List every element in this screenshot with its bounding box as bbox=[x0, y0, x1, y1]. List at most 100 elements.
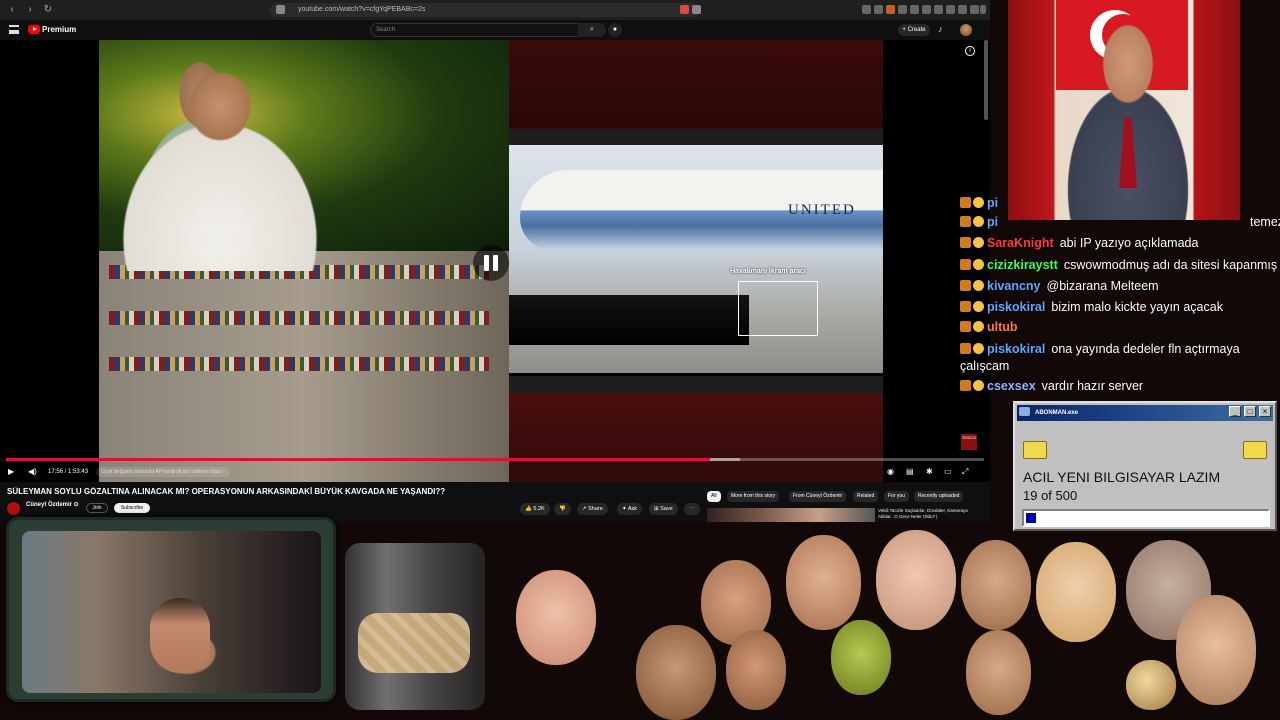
extension-icon[interactable] bbox=[970, 5, 979, 14]
more-actions-button[interactable]: ⋯ bbox=[684, 503, 700, 515]
chat-username[interactable]: piskokiral bbox=[987, 342, 1045, 356]
play-icon[interactable]: ▶ bbox=[8, 467, 14, 477]
hamburger-menu-icon[interactable] bbox=[9, 25, 19, 34]
reload-icon[interactable]: ↻ bbox=[42, 4, 54, 16]
extension-icon[interactable] bbox=[910, 5, 919, 14]
extension-icon[interactable] bbox=[862, 5, 871, 14]
chat-text: temez bbox=[1250, 215, 1280, 229]
chat-username[interactable]: cizizkiraystt bbox=[987, 258, 1058, 272]
subscriber-badge-icon bbox=[960, 259, 971, 270]
recommended-title[interactable]: Vekili Tacizle Suçladılar, Dövdüler, Kam… bbox=[878, 508, 978, 520]
collage-face bbox=[961, 540, 1031, 630]
chat-text: vardır hazır server bbox=[1041, 379, 1144, 393]
progress-bar[interactable] bbox=[6, 458, 984, 461]
coin-badge-icon bbox=[973, 321, 984, 332]
extension-icon[interactable] bbox=[946, 5, 955, 14]
browser-toolbar: ‹ › ↻ youtube.com/watch?v=cfgYqPEBABc=2s bbox=[0, 0, 990, 20]
chat-text: cswowmodmuş adı da sitesi kapanmış bbox=[1063, 258, 1278, 272]
chat-username[interactable]: csexsex bbox=[987, 379, 1036, 393]
maximize-icon[interactable]: □ bbox=[1244, 406, 1256, 417]
dislike-button[interactable]: 👎 bbox=[554, 503, 571, 515]
youtube-brand[interactable]: Premium bbox=[42, 25, 76, 34]
collage-face bbox=[831, 620, 891, 695]
channel-avatar[interactable] bbox=[7, 502, 20, 515]
channel-watermark: SÖZCÜ bbox=[961, 434, 977, 450]
collage-ball bbox=[1126, 660, 1176, 710]
chat-message: csexsex vardır hazır server bbox=[960, 379, 1280, 393]
share-button[interactable]: ↗ Share bbox=[577, 503, 608, 515]
chat-username[interactable]: pi bbox=[987, 196, 998, 210]
save-label: Save bbox=[660, 506, 673, 512]
microphone-icon[interactable]: ● bbox=[608, 23, 622, 37]
extension-icon[interactable] bbox=[898, 5, 907, 14]
window-title: ABONMAN.exe bbox=[1035, 410, 1079, 416]
settings-gear-icon[interactable]: ✱ bbox=[926, 467, 933, 477]
save-button[interactable]: ⊞ Save bbox=[649, 503, 678, 515]
extension-icon[interactable] bbox=[958, 5, 967, 14]
autoplay-toggle-icon[interactable]: ◉ bbox=[887, 467, 894, 477]
face-collage bbox=[486, 530, 1280, 720]
chip-more-from-story[interactable]: More from this story bbox=[727, 491, 780, 502]
chip-from-channel[interactable]: From Cüneyt Özdemir bbox=[789, 491, 847, 502]
subtitles-icon[interactable]: ▤ bbox=[906, 467, 914, 477]
chip-for-you[interactable]: For you bbox=[884, 491, 909, 502]
volume-icon[interactable]: ◀) bbox=[28, 467, 37, 477]
forward-icon[interactable]: › bbox=[24, 4, 36, 16]
chip-recently-uploaded[interactable]: Recently uploaded bbox=[914, 491, 964, 502]
motorcade bbox=[509, 295, 749, 345]
ask-label: Ask bbox=[627, 506, 638, 512]
extension-icon[interactable] bbox=[886, 5, 895, 14]
extension-icon[interactable] bbox=[692, 5, 701, 14]
bookshelf bbox=[109, 311, 489, 325]
ask-button[interactable]: ✦ Ask bbox=[617, 503, 643, 515]
subscribe-button[interactable]: Subscribe bbox=[114, 503, 150, 513]
video-player[interactable]: UNITED Havalimanı İkram aracı i SÖZCÜ ▶ … bbox=[0, 40, 990, 482]
bookmark-icon[interactable] bbox=[276, 5, 285, 14]
chat-username[interactable]: piskokiral bbox=[987, 300, 1045, 314]
minimize-icon[interactable]: _ bbox=[1229, 406, 1241, 417]
address-bar[interactable]: youtube.com/watch?v=cfgYqPEBABc=2s bbox=[270, 3, 700, 17]
like-button[interactable]: 👍 5.2K bbox=[520, 503, 550, 515]
coin-badge-icon bbox=[973, 197, 984, 208]
collage-face bbox=[1176, 595, 1256, 705]
search-input[interactable]: Search bbox=[370, 23, 606, 37]
pause-overlay-icon[interactable] bbox=[473, 245, 509, 281]
chat-username[interactable]: kivancny bbox=[987, 279, 1041, 293]
extension-icon[interactable] bbox=[934, 5, 943, 14]
coin-badge-icon bbox=[973, 343, 984, 354]
search-icon[interactable]: ⌕ bbox=[578, 23, 606, 37]
channel-name[interactable]: Cüneyt Özdemir ⊙ bbox=[26, 501, 79, 508]
chat-message: SaraKnight abi IP yazıyo açıklamada bbox=[960, 236, 1280, 250]
join-button[interactable]: Join bbox=[86, 503, 108, 513]
back-icon[interactable]: ‹ bbox=[6, 4, 18, 16]
chip-related[interactable]: Related bbox=[853, 491, 879, 502]
chat-message: piskokiral ona yayında dedeler fln açtırm… bbox=[960, 342, 1280, 356]
recommended-thumbnail[interactable] bbox=[707, 508, 875, 522]
menu-kebab-icon[interactable] bbox=[980, 5, 986, 14]
extension-icon[interactable] bbox=[874, 5, 883, 14]
coin-badge-icon bbox=[973, 380, 984, 391]
page-scrollbar[interactable] bbox=[984, 40, 988, 120]
info-icon[interactable]: i bbox=[965, 46, 975, 56]
close-icon[interactable]: × bbox=[1259, 406, 1271, 417]
chat-text: @bizarana Melteem bbox=[1046, 279, 1159, 293]
chapter-title[interactable]: Uçak değişimi sırasında AP fotoğrafçılar… bbox=[96, 467, 230, 477]
theater-mode-icon[interactable]: ▭ bbox=[944, 467, 952, 477]
share-label: Share bbox=[588, 506, 603, 512]
chat-username[interactable]: pi bbox=[987, 215, 998, 229]
create-button[interactable]: + Create bbox=[898, 24, 930, 36]
account-avatar[interactable] bbox=[960, 24, 972, 36]
extension-icon[interactable] bbox=[680, 5, 689, 14]
chip-all[interactable]: All bbox=[707, 491, 721, 502]
collage-face bbox=[726, 630, 786, 710]
notifications-bell-icon[interactable]: ♪ bbox=[938, 24, 943, 34]
chat-username[interactable]: ultub bbox=[987, 320, 1018, 334]
video-title: SÜLEYMAN SOYLU GÖZALTINA ALINACAK MI? OP… bbox=[7, 487, 446, 496]
extension-icon[interactable] bbox=[922, 5, 931, 14]
chat-text: çalışcam bbox=[960, 359, 1010, 373]
youtube-logo-icon[interactable] bbox=[28, 25, 40, 34]
fullscreen-icon[interactable]: ⤢ bbox=[962, 467, 968, 477]
chat-message: kivancny @bizarana Melteem bbox=[960, 279, 1280, 293]
chat-username[interactable]: SaraKnight bbox=[987, 236, 1054, 250]
subscriber-badge-icon bbox=[960, 321, 971, 332]
